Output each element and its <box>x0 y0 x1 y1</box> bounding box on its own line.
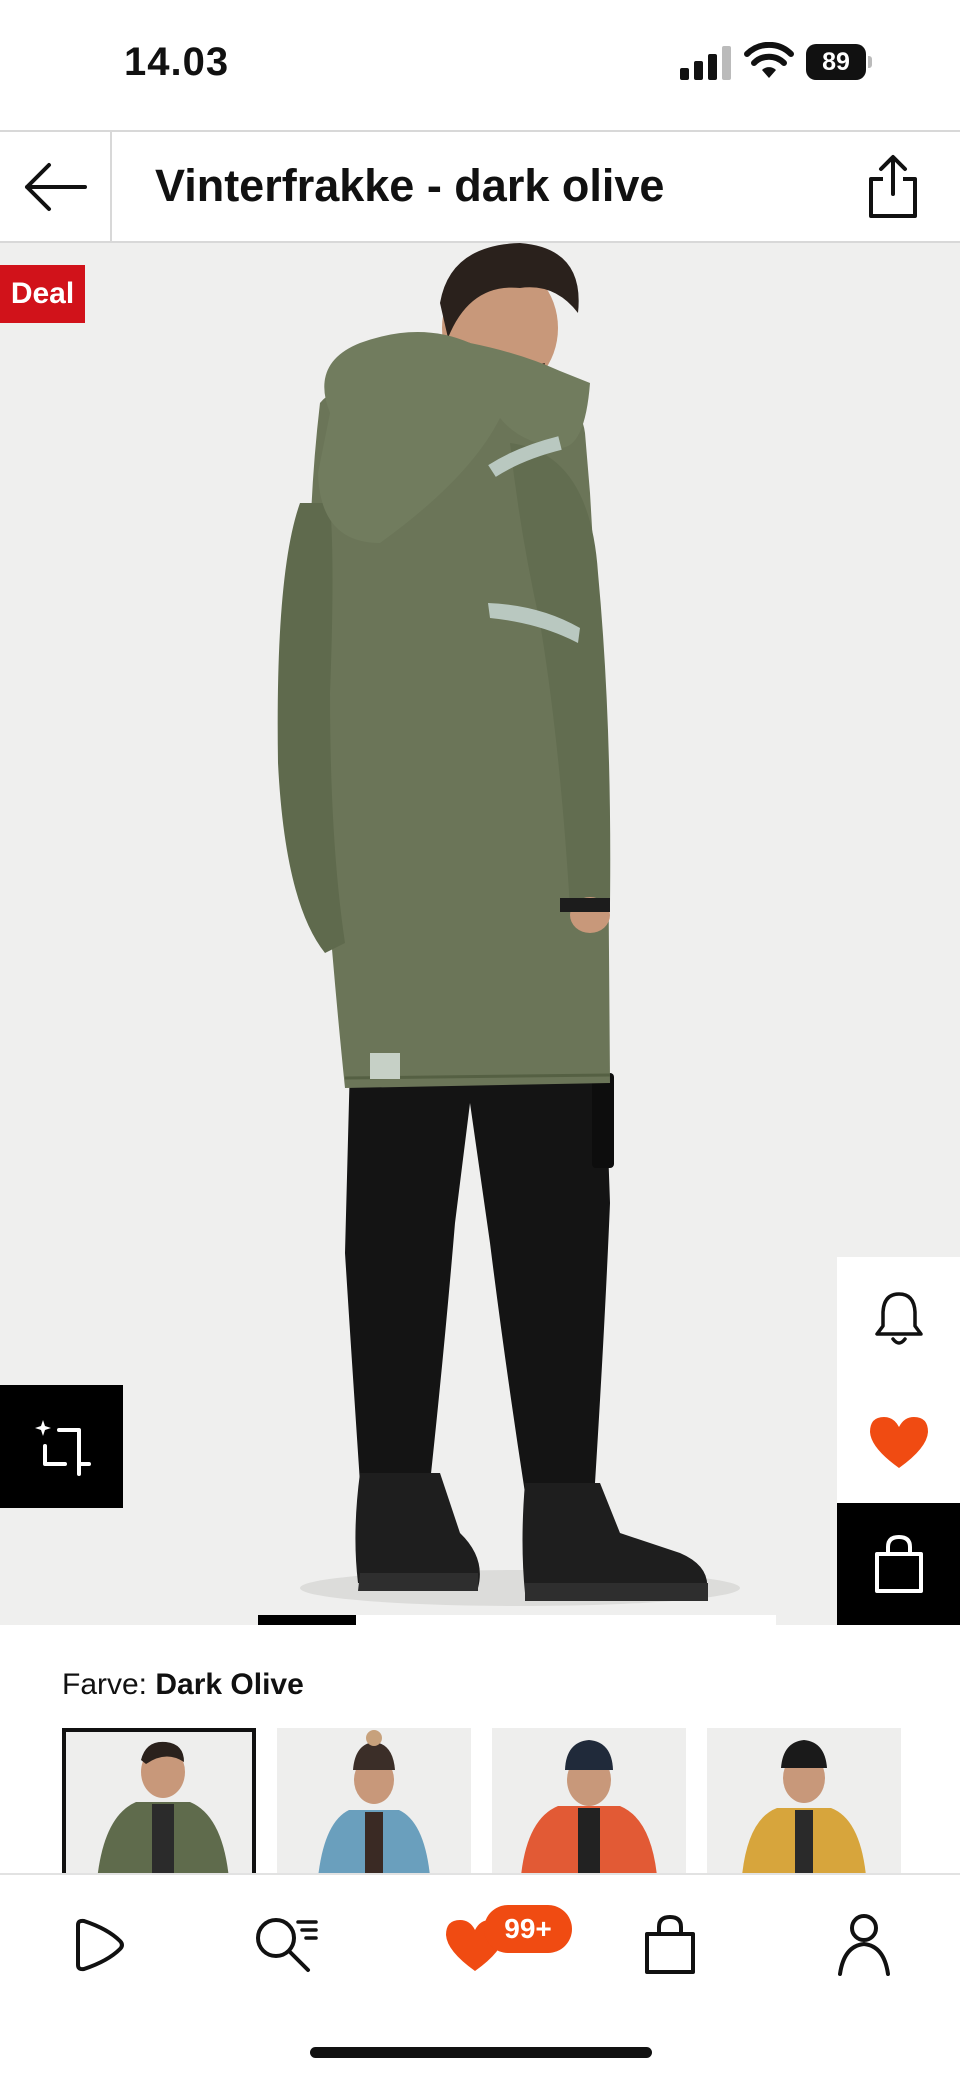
page-header: Vinterfrakke - dark olive <box>0 130 960 243</box>
page-title: Vinterfrakke - dark olive <box>155 160 665 211</box>
deal-badge: Deal <box>0 265 85 323</box>
nav-discover[interactable] <box>58 1905 138 1985</box>
swatch-photo <box>97 1741 229 1873</box>
favorites-count-badge: 99+ <box>484 1905 572 1953</box>
color-label: Farve: Dark Olive <box>62 1668 304 1702</box>
color-label-prefix: Farve: <box>62 1668 148 1701</box>
color-swatch-light-blue[interactable] <box>277 1728 471 1873</box>
nav-cart[interactable] <box>630 1905 710 1985</box>
battery-nub <box>868 56 872 68</box>
product-action-panel <box>837 1257 960 1625</box>
ai-sparkle-crop-icon <box>34 1419 91 1476</box>
arrow-left-icon <box>25 162 87 211</box>
nav-search[interactable] <box>246 1905 326 1985</box>
battery-level: 89 <box>806 44 866 80</box>
add-to-cart-button[interactable] <box>837 1503 960 1625</box>
cellular-signal-icon <box>680 46 731 80</box>
favorite-button[interactable] <box>837 1381 960 1503</box>
search-icon <box>256 1918 318 1972</box>
swatch-photo <box>742 1740 866 1873</box>
bell-icon <box>874 1292 923 1345</box>
swatch-photo <box>521 1740 657 1873</box>
wifi-icon <box>744 42 794 78</box>
color-selector: Farve: Dark Olive <box>0 1625 960 1873</box>
profile-icon <box>838 1914 890 1976</box>
shopping-bag-icon <box>874 1534 923 1593</box>
battery-indicator: 89 <box>806 44 872 80</box>
product-image-gallery[interactable]: Deal <box>0 243 960 1625</box>
color-swatch-dark-olive[interactable] <box>62 1728 256 1873</box>
nav-profile[interactable] <box>824 1905 904 1985</box>
swatch-photo <box>318 1730 430 1873</box>
bottom-navigation: 99+ <box>0 1873 960 2079</box>
color-swatch-mustard[interactable] <box>707 1728 901 1873</box>
image-progress-fill <box>258 1615 357 1625</box>
back-button[interactable] <box>0 132 112 241</box>
status-bar: 14.03 89 <box>0 0 960 130</box>
share-icon[interactable] <box>862 154 924 220</box>
heart-icon <box>869 1417 928 1468</box>
status-time: 14.03 <box>124 40 230 84</box>
selected-color-name: Dark Olive <box>155 1668 304 1701</box>
image-progress-track <box>258 1615 776 1625</box>
visual-search-button[interactable] <box>0 1385 123 1508</box>
play-icon <box>76 1918 124 1972</box>
home-indicator <box>310 2047 652 2058</box>
notify-button[interactable] <box>837 1257 960 1381</box>
color-swatch-orange[interactable] <box>492 1728 686 1873</box>
product-photo <box>277 243 740 1606</box>
bag-icon <box>645 1914 695 1974</box>
